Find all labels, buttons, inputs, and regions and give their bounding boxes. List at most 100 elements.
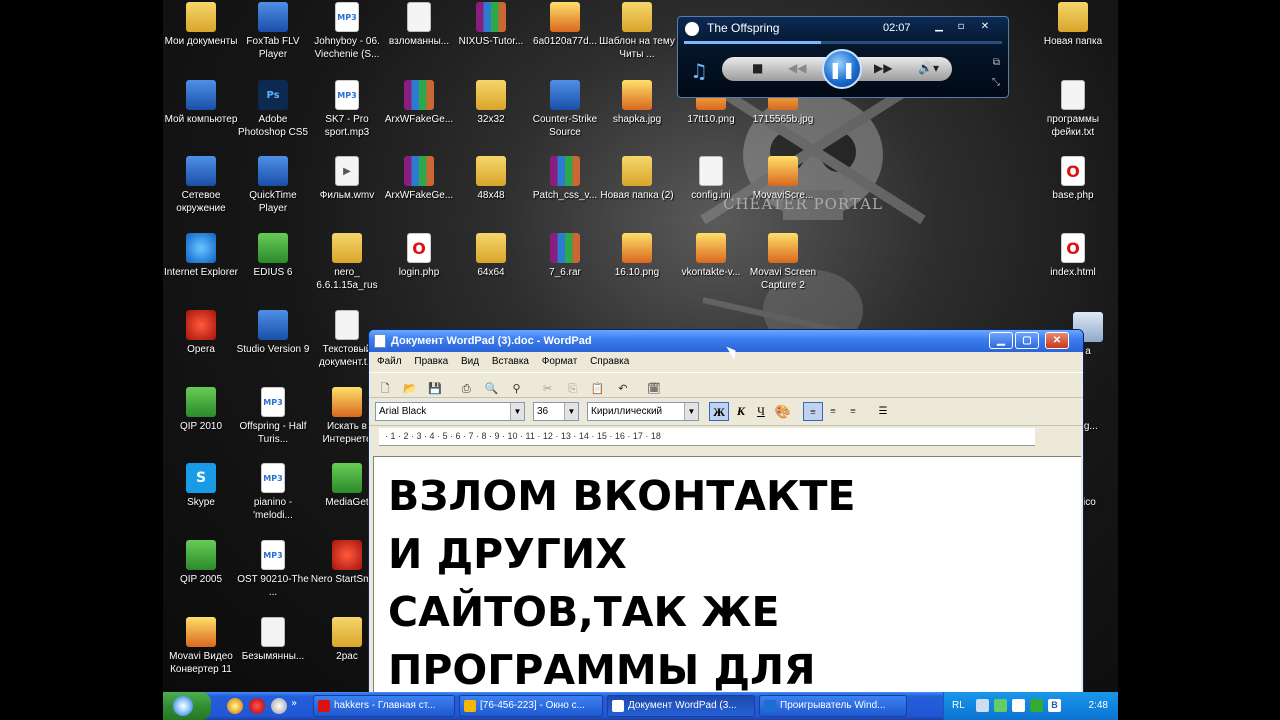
save-icon[interactable]: 💾 (427, 381, 443, 397)
desktop-icon[interactable]: MP3 Offspring - Half Turis... (235, 387, 311, 446)
print-icon[interactable]: ⎙ (458, 381, 474, 397)
qip-tray-icon[interactable] (994, 699, 1007, 712)
script-select[interactable]: Кириллический ▼ (587, 402, 699, 421)
font-size-select[interactable]: 36 ▼ (533, 402, 579, 421)
menu-edit[interactable]: Правка (414, 356, 448, 367)
desktop-icon[interactable]: EDIUS 6 (235, 233, 311, 279)
opera-icon[interactable] (249, 698, 265, 714)
switch-mode-icon[interactable]: ⧉ (993, 57, 1000, 68)
desktop-icon[interactable]: MovaviScre... (745, 156, 821, 202)
desktop-icon[interactable]: QIP 2005 (163, 540, 239, 586)
copy-icon[interactable]: ⎘ (565, 381, 581, 397)
wordpad-window[interactable]: Документ WordPad (3).doc - WordPad ▁ ▢ ✕… (368, 329, 1084, 709)
desktop-icon[interactable]: Безымянны... (235, 617, 311, 663)
desktop-icon[interactable]: shapka.jpg (599, 80, 675, 126)
start-button[interactable] (163, 692, 211, 720)
document-area[interactable]: ВЗЛОМ ВКОНТАКТЕ И ДРУГИХ САЙТОВ,ТАК ЖЕ П… (373, 456, 1081, 708)
desktop-icon[interactable]: взломанны... (381, 2, 457, 48)
align-left-icon[interactable]: ≡ (803, 402, 823, 421)
desktop-icon[interactable]: 32x32 (453, 80, 529, 126)
desktop-icon[interactable]: MP3 OST 90210-The ... (235, 540, 311, 599)
desktop-icon[interactable]: программы фейки.txt (1035, 80, 1111, 139)
chevron-right-icon[interactable]: » (291, 698, 301, 714)
task-button-hakkers[interactable]: hakkers - Главная ст... (313, 695, 455, 717)
desktop-icon[interactable]: Internet Explorer (163, 233, 239, 279)
desktop-icon[interactable]: Movavi Screen Capture 2 (745, 233, 821, 292)
stop-icon[interactable]: ■ (752, 61, 763, 75)
media-player-window[interactable]: The Offspring 02:07 ▁ ▫ ✕ ♫ ■ ◀◀ ▶▶ 🔊▾ ❚… (677, 16, 1009, 98)
underline-button[interactable]: Ч (751, 402, 771, 421)
cut-icon[interactable]: ✂ (540, 381, 556, 397)
menu-help[interactable]: Справка (590, 356, 629, 367)
undo-icon[interactable]: ↶ (615, 381, 631, 397)
seek-bar[interactable] (684, 41, 1002, 44)
minimize-icon[interactable]: ▁ (928, 20, 950, 34)
desktop-icon[interactable]: Ps Adobe Photoshop CS5 (235, 80, 311, 139)
bullets-icon[interactable]: ☰ (873, 402, 893, 421)
italic-button[interactable]: К (731, 402, 751, 421)
desktop-icon[interactable]: Сетевое окружение (163, 156, 239, 215)
ruler[interactable]: · 1 · 2 · 3 · 4 · 5 · 6 · 7 · 8 · 9 · 10… (379, 428, 1035, 446)
desktop-icon[interactable]: Новая папка (1035, 2, 1111, 48)
desktop-icon[interactable]: 64x64 (453, 233, 529, 279)
desktop-icon[interactable]: Oindex.html (1035, 233, 1111, 279)
volume-icon[interactable] (1012, 699, 1025, 712)
menu-view[interactable]: Вид (461, 356, 479, 367)
desktop-icon[interactable]: MP3 Johnyboy - 06. Viechenie (S... (309, 2, 385, 61)
volume-icon[interactable]: 🔊▾ (918, 61, 939, 75)
desktop-icon[interactable]: Новая папка (2) (599, 156, 675, 202)
menu-format[interactable]: Формат (542, 356, 578, 367)
desktop-icon[interactable]: Мой компьютер (163, 80, 239, 126)
expand-icon[interactable]: ⤡ (992, 77, 1000, 88)
window-titlebar[interactable]: Документ WordPad (3).doc - WordPad ▁ ▢ ✕ (369, 330, 1083, 352)
menu-insert[interactable]: Вставка (492, 356, 529, 367)
task-button-chat[interactable]: [76-456-223] - Окно с... (459, 695, 603, 717)
restore-icon[interactable]: ▫ (950, 20, 972, 34)
desktop-icon[interactable]: ArxWFakeGe... (381, 156, 457, 202)
tray-icon[interactable] (1030, 699, 1043, 712)
desktop-icon[interactable]: Obase.php (1035, 156, 1111, 202)
menu-file[interactable]: Файл (377, 356, 402, 367)
desktop-icon[interactable]: NIXUS-Tutor... (453, 2, 529, 48)
desktop-icon[interactable]: Opera (163, 310, 239, 356)
next-icon[interactable]: ▶▶ (874, 61, 892, 75)
quicklaunch-icon[interactable] (227, 698, 243, 714)
desktop-icon[interactable]: FoxTab FLV Player (235, 2, 311, 61)
desktop-icon[interactable]: QuickTime Player (235, 156, 311, 215)
desktop-icon[interactable]: 6a0120a77d... (527, 2, 603, 48)
desktop-icon[interactable]: ▶ Фильм.wmv (309, 156, 385, 202)
desktop-icon[interactable]: Ologin.php (381, 233, 457, 279)
clock[interactable]: 2:48 (1089, 700, 1108, 711)
find-icon[interactable]: ⚲ (508, 381, 524, 397)
paste-icon[interactable]: 📋 (590, 381, 606, 397)
new-icon[interactable]: 🗋 (377, 381, 393, 397)
desktop-icon[interactable]: MP3 pianino - 'melodi... (235, 463, 311, 522)
desktop-icon[interactable]: Counter-Strike Source (527, 80, 603, 139)
desktop-icon[interactable]: nero_ 6.6.1.15a_rus (309, 233, 385, 292)
color-icon[interactable]: 🎨 (773, 402, 793, 421)
quicklaunch-icon[interactable] (271, 698, 287, 714)
vk-icon[interactable]: B (1048, 699, 1061, 712)
minimize-button[interactable]: ▁ (989, 332, 1013, 349)
desktop-icon[interactable]: Мои документы (163, 2, 239, 48)
desktop-icon[interactable]: MP3 SK7 - Pro sport.mp3 (309, 80, 385, 139)
font-select[interactable]: Arial Black ▼ (375, 402, 525, 421)
desktop-icon[interactable]: vkontakte-v... (673, 233, 749, 279)
desktop-icon[interactable]: Шаблон на тему Читы ... (599, 2, 675, 61)
desktop-icon[interactable]: 48x48 (453, 156, 529, 202)
desktop-icon[interactable]: QIP 2010 (163, 387, 239, 433)
desktop-icon[interactable]: config.ini (673, 156, 749, 202)
desktop-icon[interactable]: Patch_css_v... (527, 156, 603, 202)
open-icon[interactable]: 📂 (402, 381, 418, 397)
previous-icon[interactable]: ◀◀ (788, 61, 806, 75)
align-center-icon[interactable]: ≡ (823, 402, 843, 421)
task-button-media-player[interactable]: Проигрыватель Wind... (759, 695, 907, 717)
desktop-icon[interactable]: S Skype (163, 463, 239, 509)
print-preview-icon[interactable]: 🔍 (483, 381, 499, 397)
pause-button[interactable]: ❚❚ (822, 49, 862, 89)
desktop-icon[interactable]: 7_6.rar (527, 233, 603, 279)
close-icon[interactable]: ✕ (974, 20, 996, 34)
network-icon[interactable] (976, 699, 989, 712)
language-indicator[interactable]: RL (952, 700, 965, 711)
desktop-icon[interactable]: Studio Version 9 (235, 310, 311, 356)
